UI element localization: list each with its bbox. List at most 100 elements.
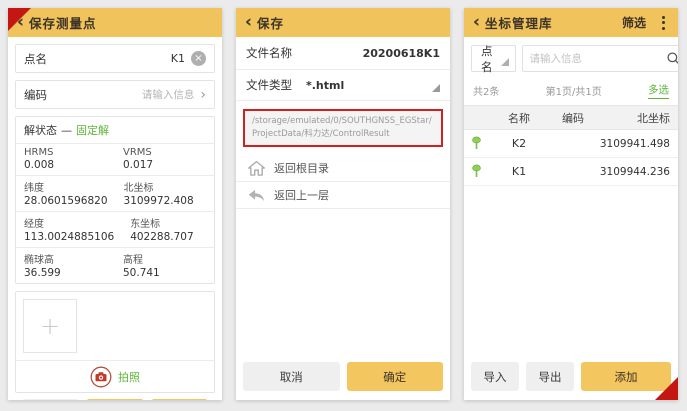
row-north: 3109944.236 xyxy=(596,166,678,178)
point-name-value: K1 xyxy=(171,52,185,65)
annotation-triangle-bottom-right xyxy=(655,377,678,400)
point-marker-icon xyxy=(464,164,488,179)
back-icon[interactable]: ‹ xyxy=(473,14,480,31)
path-line-2: ProjectData/科力达/ControlResult xyxy=(252,128,434,141)
metric-value: 50.741 xyxy=(123,267,206,279)
point-marker-icon xyxy=(464,136,488,151)
filename-value: 20200618K1 xyxy=(363,47,440,60)
solution-status-row: 解状态 — 固定解 xyxy=(16,117,214,143)
metric-row-rms: HRMS 0.008 VRMS 0.017 xyxy=(16,143,214,175)
point-name-label: 点名 xyxy=(24,51,47,67)
metric-vrms: VRMS 0.017 xyxy=(115,144,214,175)
home-icon xyxy=(248,160,265,176)
search-row: 点名 xyxy=(464,37,678,80)
add-photo-placeholder[interactable]: + xyxy=(23,299,77,353)
search-icon[interactable] xyxy=(666,51,679,66)
page-title: 保存 xyxy=(257,13,284,32)
table-row[interactable]: K1 3109944.236 xyxy=(464,158,678,186)
metric-label: 椭球高 xyxy=(24,251,107,266)
total-count: 共2条 xyxy=(473,83,499,98)
take-photo-button[interactable]: 拍照 xyxy=(16,360,214,392)
metric-value: 113.0024885106 xyxy=(24,231,114,243)
clear-icon[interactable]: × xyxy=(191,51,206,66)
export-button[interactable]: 导出 xyxy=(526,362,574,391)
metric-value: 402288.707 xyxy=(130,231,206,243)
screenshot-stage: ‹ 保存测量点 点名 K1 × 编码 请输入信息 › 解状态 — 固定解 xyxy=(0,0,687,408)
annotation-triangle-top-left xyxy=(8,8,31,31)
code-placeholder: 请输入信息 xyxy=(142,87,195,102)
coord-library-body: 点名 共2条 第1页/共1页 多 xyxy=(464,37,678,400)
solution-dash: — xyxy=(61,124,72,137)
metric-value: 0.008 xyxy=(24,159,107,171)
filename-label: 文件名称 xyxy=(246,45,292,61)
metric-row-lat-north: 纬度 28.0601596820 北坐标 3109972.408 xyxy=(16,175,214,211)
photo-section: + 拍照 xyxy=(15,291,215,393)
camera-icon xyxy=(90,366,112,388)
cancel-button[interactable]: 取消 xyxy=(243,362,340,391)
point-name-field[interactable]: 点名 K1 × xyxy=(15,44,215,73)
filetype-value: *.html xyxy=(306,79,344,92)
metric-label: 高程 xyxy=(123,251,206,266)
metric-label: 经度 xyxy=(24,215,114,230)
report-button[interactable]: 报告 xyxy=(86,399,143,400)
multiselect-link[interactable]: 多选 xyxy=(648,82,669,99)
path-line-1: /storage/emulated/0/SOUTHGNSS_EGStar/ xyxy=(252,115,434,128)
ok-button[interactable]: 确定 xyxy=(151,399,208,400)
filter-button[interactable]: 筛选 xyxy=(622,14,646,31)
pagination-row: 共2条 第1页/共1页 多选 xyxy=(464,80,678,106)
take-photo-label: 拍照 xyxy=(118,369,140,385)
coord-library-buttons: 导入 导出 添加 xyxy=(464,356,678,400)
metric-hrms: HRMS 0.008 xyxy=(16,144,115,175)
column-name: 名称 xyxy=(488,110,550,126)
save-point-titlebar: ‹ 保存测量点 xyxy=(8,8,222,37)
import-button[interactable]: 导入 xyxy=(471,362,519,391)
ok-button[interactable]: 确定 xyxy=(347,362,444,391)
gps-info-box: 解状态 — 固定解 HRMS 0.008 VRMS 0.017 xyxy=(15,116,215,284)
search-field-dropdown[interactable]: 点名 xyxy=(471,45,516,72)
table-header: 名称 编码 北坐标 xyxy=(464,106,678,130)
search-input[interactable] xyxy=(530,53,662,65)
metric-east: 东坐标 402288.707 xyxy=(122,212,214,247)
row-name: K2 xyxy=(488,137,550,150)
save-file-body: 文件名称 20200618K1 文件类型 *.html /storage/emu… xyxy=(236,37,450,400)
table-row[interactable]: K2 3109941.498 xyxy=(464,130,678,158)
metric-label: VRMS xyxy=(123,147,206,158)
metric-label: 纬度 xyxy=(24,179,108,194)
go-root-row[interactable]: 返回根目录 xyxy=(236,155,450,182)
photo-thumbnail-area: + xyxy=(16,292,214,360)
save-point-body: 点名 K1 × 编码 请输入信息 › 解状态 — 固定解 HRM xyxy=(8,37,222,400)
back-icon[interactable]: ‹ xyxy=(245,14,252,31)
metric-row-lon-east: 经度 113.0024885106 东坐标 402288.707 xyxy=(16,211,214,247)
page-indicator: 第1页/共1页 xyxy=(546,83,602,98)
metric-row-height: 椭球高 36.599 高程 50.741 xyxy=(16,247,214,283)
metric-value: 28.0601596820 xyxy=(24,195,108,207)
column-code: 编码 xyxy=(550,110,596,126)
filetype-row[interactable]: 文件类型 *.html xyxy=(236,70,450,101)
page-title: 坐标管理库 xyxy=(485,13,553,32)
back-arrow-icon xyxy=(248,188,265,203)
metric-label: 东坐标 xyxy=(130,215,206,230)
metric-label: HRMS xyxy=(24,147,107,158)
filetype-label: 文件类型 xyxy=(246,77,292,93)
solution-label: 解状态 xyxy=(24,122,57,138)
cancel-button[interactable]: 取消 xyxy=(22,399,79,400)
go-up-row[interactable]: 返回上一层 xyxy=(236,182,450,209)
metric-label: 北坐标 xyxy=(124,179,206,194)
column-north: 北坐标 xyxy=(596,110,678,126)
save-file-buttons: 取消 确定 xyxy=(236,356,450,400)
row-name: K1 xyxy=(488,165,550,178)
metric-value: 36.599 xyxy=(24,267,107,279)
current-path-box: /storage/emulated/0/SOUTHGNSS_EGStar/ Pr… xyxy=(243,109,443,147)
metric-ellipsoid-height: 椭球高 36.599 xyxy=(16,248,115,283)
filename-row[interactable]: 文件名称 20200618K1 xyxy=(236,37,450,70)
dropdown-triangle-icon xyxy=(432,84,440,92)
search-box xyxy=(522,45,679,72)
panel-save-file: ‹ 保存 文件名称 20200618K1 文件类型 *.html /storag… xyxy=(236,8,450,400)
solution-value: 固定解 xyxy=(76,122,109,138)
overflow-menu-icon[interactable] xyxy=(658,14,669,32)
go-root-label: 返回根目录 xyxy=(274,160,329,176)
code-field[interactable]: 编码 请输入信息 › xyxy=(15,80,215,109)
code-label: 编码 xyxy=(24,87,47,103)
save-point-buttons: 取消 报告 确定 xyxy=(15,393,215,400)
search-field-label: 点名 xyxy=(481,43,493,75)
